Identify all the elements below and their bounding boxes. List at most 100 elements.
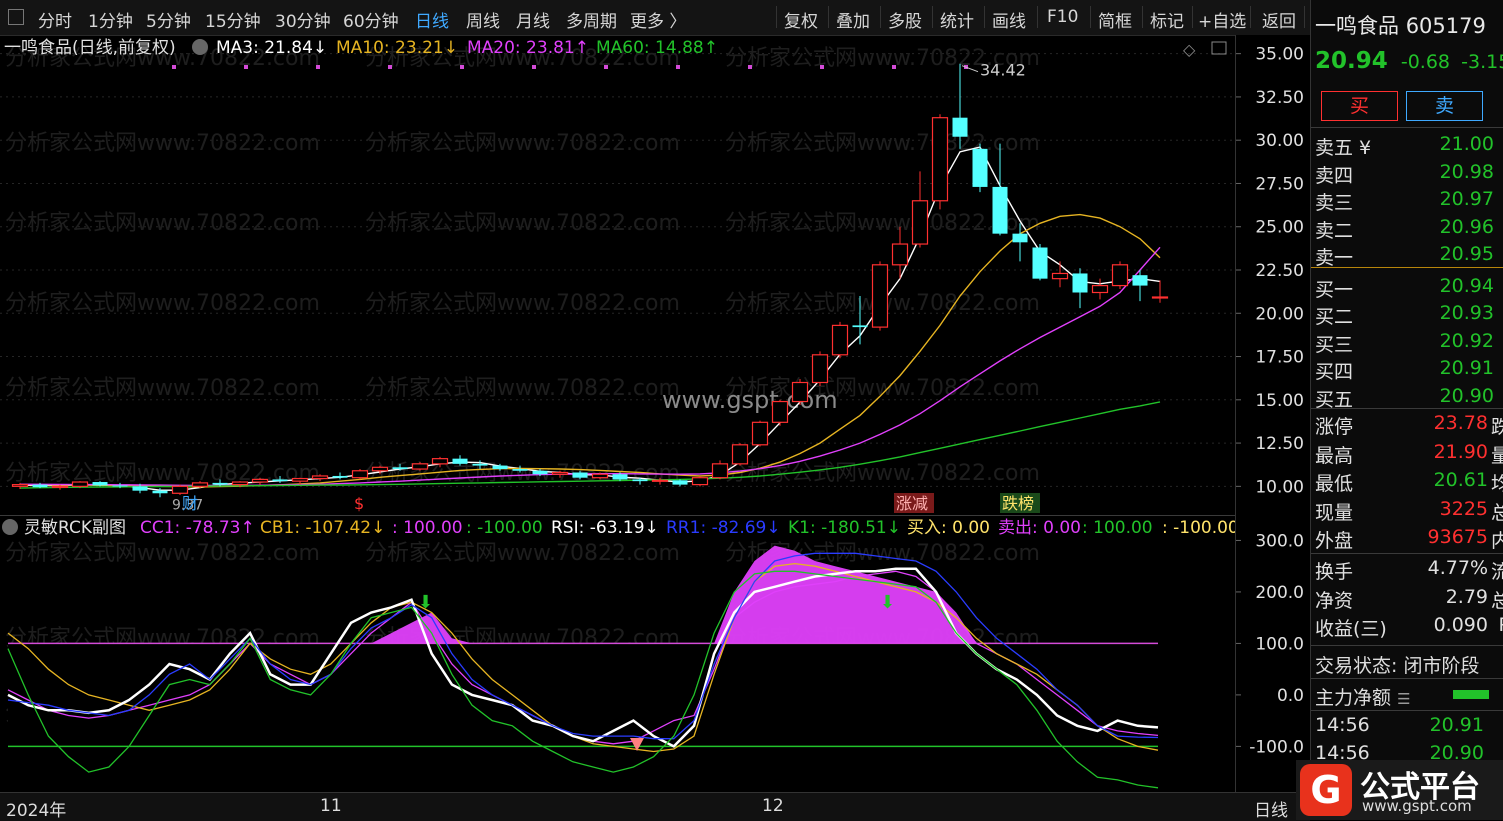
tab-8[interactable]: 月线	[516, 7, 550, 32]
candle-body-45	[911, 200, 929, 245]
candle-body-39	[791, 381, 809, 403]
candle-body-34	[691, 477, 709, 486]
ind-tick-4: -100.0	[1249, 737, 1304, 757]
candle-body-12	[251, 478, 269, 483]
top-dot-3	[388, 65, 392, 69]
marker-diebang: 跌榜	[1002, 494, 1034, 513]
rck-svg[interactable]: 分析家公式网www.70822.com 分析家公式网www.70822.com 分析…	[0, 515, 1239, 790]
ask-price-4: 20.95	[1439, 243, 1494, 265]
tab-1[interactable]: 1分钟	[88, 7, 133, 32]
grid-icon[interactable]	[8, 9, 24, 25]
stat2-suffix-0: 流	[1490, 561, 1503, 583]
tool-4[interactable]: 画线	[992, 7, 1026, 32]
sub-settings-icon	[2, 519, 18, 535]
tool-3[interactable]: 统计	[940, 7, 974, 32]
settings-icon	[192, 39, 208, 55]
main-kline-chart[interactable]: 分析家公式网www.70822.com 分析家公式网www.70822.com 分析…	[0, 35, 1235, 515]
indicator-axis-svg: 300.0 200.0 100.0 0.0 -100.0	[1236, 531, 1304, 757]
candle-body-18	[371, 466, 389, 472]
candle-body-49	[992, 186, 1008, 234]
tab-6[interactable]: 日线	[415, 7, 449, 32]
tab-4[interactable]: 30分钟	[275, 7, 331, 32]
tab-2[interactable]: 5分钟	[146, 7, 191, 32]
tool-5[interactable]: F10	[1047, 7, 1078, 27]
tool-0[interactable]: 复权	[784, 7, 818, 32]
tab-0[interactable]: 分时	[38, 7, 72, 32]
candle-body-1	[32, 484, 48, 488]
trade-status-label: 交易状态:	[1315, 655, 1398, 677]
price-tick-2: 30.00	[1255, 131, 1304, 151]
tab-3[interactable]: 15分钟	[205, 7, 261, 32]
watermark-4-0: 分析家公式网www.70822.com	[5, 376, 320, 401]
tab-9[interactable]: 多周期	[566, 7, 617, 32]
top-dot-9	[820, 65, 824, 69]
candle-body-37	[751, 421, 769, 446]
tab-7[interactable]: 周线	[466, 7, 500, 32]
candle-body-42	[852, 325, 868, 328]
marker-zhangjian: 涨减	[896, 494, 928, 513]
order-book: 卖五 ¥ 21.00 卖四 20.98 卖三 20.97 卖二 20.96 卖一 20.95 买一 2…	[1311, 130, 1503, 411]
buy-button[interactable]: 买	[1321, 91, 1398, 121]
candle-body-19	[392, 467, 408, 470]
panel-toggle-icon	[1211, 41, 1227, 55]
ask-price-1: 20.98	[1439, 160, 1494, 183]
cb1-label: CB1: -107.42↓	[260, 518, 385, 538]
stats2-block: 换手 4.77%流净资 2.79总收益(三) 0.090 P	[1311, 555, 1503, 645]
candle-body-21	[431, 458, 449, 465]
trade-status: 交易状态: 闭市阶段	[1315, 651, 1479, 678]
candle-body-41	[831, 324, 849, 356]
toolbar-sep-3	[932, 6, 933, 28]
stat2-value-1: 2.79	[1445, 585, 1488, 608]
kline-svg[interactable]: 分析家公式网www.70822.com 分析家公式网www.70822.com 分析…	[0, 35, 1235, 515]
date-year: 2024年	[6, 801, 67, 821]
stock-code: 605179	[1405, 14, 1486, 38]
sell-label: 卖出: 0.00	[998, 518, 1081, 538]
candle-body-31	[632, 479, 648, 482]
candle-body-28	[572, 472, 588, 478]
bid-price-3: 20.91	[1439, 357, 1494, 379]
ask-label-2: 卖三	[1315, 192, 1354, 214]
watermark-2-0: 分析家公式网www.70822.com	[5, 211, 320, 236]
toolbar-sep-2	[880, 6, 881, 28]
sub-watermark-0-1: 分析家公式网www.70822.com	[365, 541, 680, 566]
candle-body-16	[332, 475, 348, 478]
sub-watermark-0-0: 分析家公式网www.70822.com	[5, 541, 320, 566]
stat-suffix-4: 内	[1490, 530, 1503, 552]
tool-6[interactable]: 简框	[1098, 7, 1132, 32]
toolbar-sep-6	[1090, 6, 1091, 28]
tool-2[interactable]: 多股	[888, 7, 922, 32]
tool-9[interactable]: 返回	[1262, 7, 1296, 32]
stat2-label-0: 换手	[1315, 561, 1354, 583]
tool-7[interactable]: 标记	[1150, 7, 1184, 32]
stat-value-0: 23.78	[1433, 412, 1488, 434]
toolbar-sep-9	[1250, 6, 1251, 28]
trade-status-value: 闭市阶段	[1403, 655, 1480, 677]
rsi-label: RSI: -63.19↓	[551, 518, 659, 538]
candle-body-30	[612, 474, 628, 480]
ind-tick-1: 200.0	[1255, 583, 1304, 603]
rck-indicator-chart[interactable]: 分析家公式网www.70822.com 分析家公式网www.70822.com 分析…	[0, 515, 1239, 790]
top-dot-8	[748, 65, 752, 69]
candle-body-13	[272, 479, 288, 482]
tab-10[interactable]: 更多 〉	[630, 7, 686, 32]
ask-label-3: 卖二	[1315, 219, 1354, 242]
price-tick-10: 10.00	[1255, 477, 1304, 497]
ask-label-0: 卖五 ¥	[1315, 137, 1372, 159]
candle-body-33	[672, 480, 688, 485]
price-tick-1: 32.50	[1255, 88, 1304, 108]
watermark-1-2: 分析家公式网www.70822.com	[725, 131, 1040, 156]
down-arrow-1: ⬇	[418, 592, 433, 613]
ask-label-1: 卖四	[1315, 164, 1354, 187]
ask-price-2: 20.97	[1439, 188, 1494, 210]
tool-1[interactable]: 叠加	[836, 7, 870, 32]
stat2-suffix-1: 总	[1490, 589, 1503, 612]
tab-5[interactable]: 60分钟	[343, 7, 399, 32]
candle-body-55	[1111, 264, 1129, 287]
list-icon[interactable]: ☰	[1397, 690, 1410, 708]
period-label[interactable]: 日线	[1254, 796, 1288, 821]
candle-body-52	[1051, 272, 1069, 280]
tool-8[interactable]: +自选	[1198, 7, 1246, 32]
sell-button[interactable]: 卖	[1406, 91, 1483, 121]
k1-label: K1: -180.51↓	[788, 518, 901, 538]
candle-body-9	[191, 482, 209, 487]
